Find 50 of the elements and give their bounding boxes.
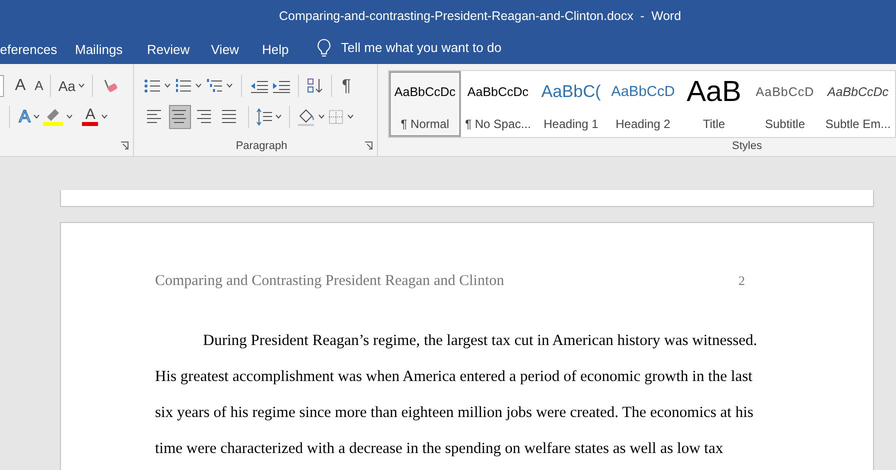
- change-case-button[interactable]: Aa: [58, 78, 76, 92]
- body-text-line: During President Reagan’s regime, the largest tax cut in American history was witnessed.: [203, 330, 758, 350]
- caret-icon[interactable]: [194, 83, 202, 88]
- shrink-font-button[interactable]: A: [34, 79, 44, 92]
- body-text-line: six years of his regime since more than eighteen million jobs were created. The economics at his: [155, 403, 754, 424]
- sort-icon[interactable]: [306, 76, 323, 94]
- caret-icon[interactable]: [274, 114, 282, 119]
- caret-icon[interactable]: [101, 114, 108, 119]
- ribbon-tab[interactable]: Help: [262, 40, 289, 60]
- page-number: 2: [738, 272, 745, 290]
- caret-icon[interactable]: [318, 114, 325, 119]
- style-option[interactable]: AaB Title: [679, 71, 749, 137]
- caret-icon[interactable]: [226, 83, 233, 88]
- paint-bucket-icon[interactable]: [296, 108, 315, 126]
- style-option[interactable]: AaBbCcDc Subtle Em...: [821, 71, 895, 137]
- ribbon-tab[interactable]: eferences: [0, 40, 58, 60]
- highlighter-icon[interactable]: [43, 106, 64, 126]
- multilevel-list-icon[interactable]: [206, 78, 222, 94]
- group-label: Styles: [732, 138, 762, 154]
- ribbon-tab[interactable]: Mailings: [75, 40, 123, 60]
- caret-icon[interactable]: [78, 83, 86, 88]
- numbered-list-icon[interactable]: [174, 78, 191, 94]
- ribbon-tab[interactable]: Review: [147, 40, 190, 60]
- grow-font-button[interactable]: A: [15, 78, 26, 94]
- caret-icon[interactable]: [346, 114, 354, 119]
- body-text-line: time were characterized with a decrease in the spending on welfare states as well as low tax: [155, 439, 724, 460]
- dialog-launcher-icon[interactable]: [120, 141, 129, 150]
- lightbulb-icon[interactable]: [316, 38, 332, 58]
- dialog-launcher-icon[interactable]: [364, 141, 373, 150]
- style-option[interactable]: AaBbCcDc ¶ No Spac...: [461, 71, 535, 137]
- caret-icon[interactable]: [66, 114, 74, 119]
- align-center-button[interactable]: [168, 104, 191, 128]
- style-option[interactable]: AaBbCcD Heading 2: [607, 71, 679, 137]
- group-label: Paragraph: [236, 138, 288, 154]
- font-color-button[interactable]: A: [85, 107, 96, 122]
- page-header: Comparing and Contrasting President Reagan and Clinton: [155, 272, 504, 291]
- bullet-list-icon[interactable]: [144, 78, 160, 94]
- line-spacing-icon[interactable]: [256, 108, 272, 126]
- color-bar: [82, 122, 98, 126]
- caret-icon[interactable]: [164, 83, 171, 88]
- font-size-field[interactable]: [0, 74, 4, 96]
- style-option[interactable]: AaBbCcDc ¶ Normal: [389, 71, 461, 137]
- style-option[interactable]: AaBbCcD Subtitle: [749, 71, 821, 137]
- ribbon-tab[interactable]: View: [211, 40, 239, 60]
- show-formatting-button[interactable]: ¶: [342, 77, 351, 94]
- caret-icon[interactable]: [33, 114, 40, 119]
- style-option[interactable]: AaBbC( Heading 1: [535, 71, 607, 137]
- window-title: Comparing-and-contrasting-President-Reagan-and-Clinton.docx - Word: [279, 8, 682, 26]
- search-field[interactable]: Tell me what you want to do: [341, 38, 541, 58]
- body-text-line: His greatest accomplishment was when America entered a period of economic growth in the last: [155, 366, 752, 387]
